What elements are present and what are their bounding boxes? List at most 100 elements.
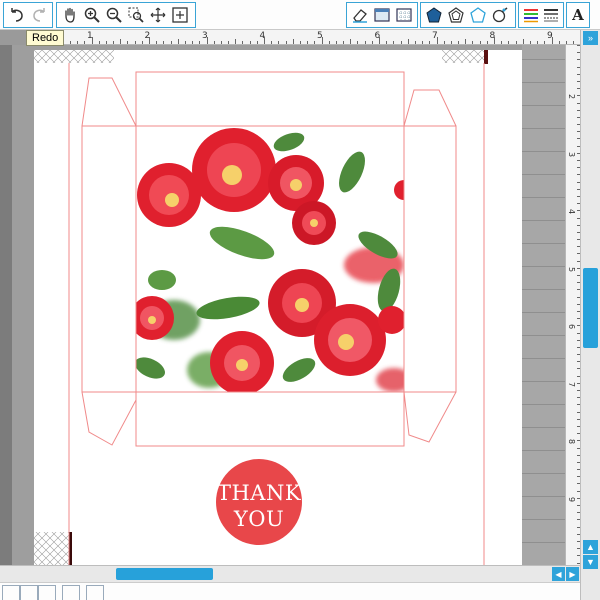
zoom-fit-button[interactable] (169, 4, 191, 26)
ruler-v-tick (577, 454, 580, 456)
eraser-icon (353, 9, 367, 23)
ruler-v-tick (577, 512, 580, 514)
eraser-button[interactable] (349, 4, 371, 26)
ruler-h-tick (429, 41, 431, 44)
redo-button[interactable] (28, 4, 50, 26)
ruler-h-tick (206, 37, 208, 44)
canvas-workspace[interactable]: THANK YOU (0, 45, 565, 565)
pentagon-filled-icon (426, 7, 442, 23)
scroll-up-button[interactable]: ▲ (583, 540, 598, 554)
text-tool-button[interactable]: A (572, 6, 584, 24)
ruler-h-tick (343, 41, 345, 44)
ruler-h-tick (292, 39, 294, 44)
thank-you-label[interactable]: THANK YOU (216, 459, 302, 545)
ruler-v-tick (577, 102, 580, 104)
fill-panel-button[interactable] (371, 4, 393, 26)
pan-button[interactable] (59, 4, 81, 26)
ruler-v-tick (577, 461, 580, 463)
vertical-scrollbar[interactable]: » ▲ ▼ (580, 30, 600, 600)
polygon-outline-icon (470, 7, 486, 23)
ruler-v-tick (577, 195, 580, 197)
zoom-select-button[interactable] (125, 4, 147, 26)
ruler-h-tick (529, 41, 531, 44)
polygon-pen-button[interactable] (489, 4, 511, 26)
history-group (3, 2, 53, 28)
zoom-in-button[interactable] (81, 4, 103, 26)
scroll-down-button[interactable]: ▼ (583, 555, 598, 569)
horizontal-scrollbar[interactable]: ◀ ▶ (0, 565, 580, 582)
ruler-h-tick (450, 41, 452, 44)
ruler-h-tick (479, 41, 481, 44)
ruler-v-tick (577, 519, 580, 521)
ruler-v-label-4: 4 (567, 208, 577, 215)
bottom-tool-1[interactable] (2, 585, 20, 600)
zoom-drag-button[interactable] (147, 4, 169, 26)
ruler-h-tick (177, 39, 179, 44)
zoom-group (56, 2, 196, 28)
ruler-h-tick (156, 41, 158, 44)
ruler-h-tick (264, 37, 265, 44)
redo-tooltip: Redo (26, 30, 65, 46)
ruler-h-tick (242, 41, 244, 44)
app-window: A Redo 123456789 » ▲ ▼ THANK YOU 2 3 4 5… (0, 0, 600, 600)
ruler-h-tick (199, 41, 201, 44)
zoom-out-icon (106, 7, 122, 23)
ruler-v-tick (577, 59, 580, 61)
ruler-v-tick (577, 325, 580, 327)
ruler-h-tick (465, 39, 467, 44)
ruler-v-tick (577, 411, 580, 413)
ruler-v-tick (577, 469, 580, 471)
bottom-tool-5[interactable] (86, 585, 104, 600)
ruler-v-tick (577, 368, 580, 370)
ruler-v-tick (577, 526, 580, 528)
pentagon-outline-button[interactable] (445, 4, 467, 26)
ruler-h-tick (458, 41, 460, 44)
ruler-v-label-5: 5 (567, 266, 577, 272)
ruler-h-tick (278, 41, 280, 44)
scroll-right-button[interactable]: ▶ (566, 567, 579, 581)
grid-panel-button[interactable] (393, 4, 415, 26)
bottom-tool-4[interactable] (62, 585, 80, 600)
undo-button[interactable] (6, 4, 28, 26)
zoom-out-button[interactable] (103, 4, 125, 26)
line-color-button[interactable] (521, 4, 541, 26)
expand-panel-button[interactable]: » (583, 31, 598, 45)
ruler-v-tick (577, 440, 580, 442)
ruler-v-tick (577, 239, 580, 241)
bottom-tool-2[interactable] (20, 585, 38, 600)
pentagon-fill-button[interactable] (423, 4, 445, 26)
ruler-h-tick (134, 41, 136, 44)
ruler-v-tick (577, 375, 580, 377)
ruler-v-tick (577, 188, 580, 190)
ruler-v-tick (577, 433, 580, 435)
design-page[interactable]: THANK YOU (34, 50, 522, 565)
vertical-ruler: 2 3 4 5 6 7 8 9 (565, 45, 580, 565)
bottom-tool-3[interactable] (38, 585, 56, 600)
box-template: THANK YOU (34, 50, 488, 565)
ruler-h-tick (192, 41, 194, 44)
vertical-scroll-thumb[interactable] (583, 268, 598, 348)
scroll-left-button[interactable]: ◀ (552, 567, 565, 581)
ruler-v-tick (577, 181, 580, 183)
fill-panel-icon (374, 8, 390, 22)
ruler-h-tick (436, 37, 438, 44)
horizontal-scroll-thumb[interactable] (116, 568, 213, 580)
ruler-h-tick (364, 41, 366, 44)
ruler-h-tick (91, 37, 93, 44)
ruler-v-tick (577, 231, 580, 233)
pentagon-outline-icon (448, 7, 464, 23)
ruler-h-tick (98, 41, 100, 44)
left-margin-strip (0, 45, 12, 565)
ruler-v-tick (577, 160, 580, 161)
pan-hand-icon (65, 7, 75, 23)
ruler-v-tick (577, 548, 580, 550)
ruler-h-tick (371, 41, 373, 44)
ruler-v-tick (577, 66, 580, 68)
line-style-button[interactable] (541, 4, 561, 26)
ruler-v-tick (577, 296, 580, 298)
floral-image[interactable] (130, 126, 414, 395)
polygon-outline-button[interactable] (467, 4, 489, 26)
redo-icon (33, 8, 45, 22)
ruler-v-tick (577, 267, 580, 269)
line-group (518, 2, 564, 28)
